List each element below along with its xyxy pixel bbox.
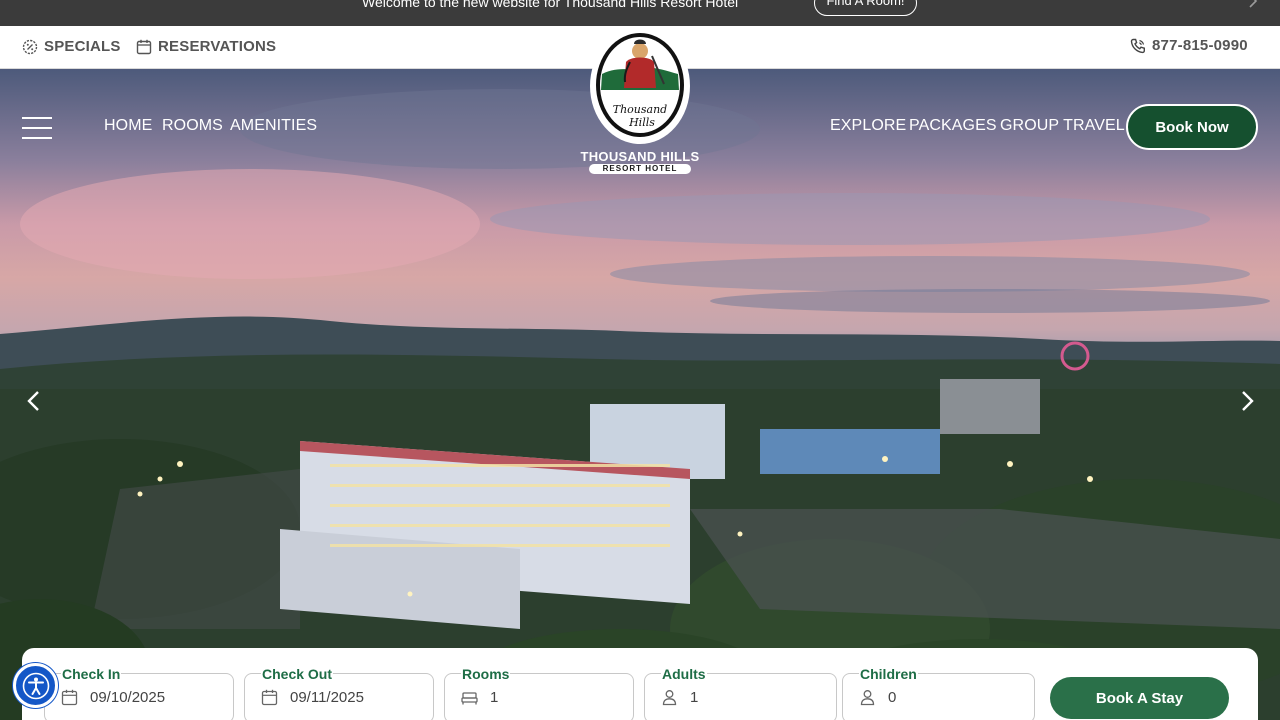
announcement-bar: Welcome to the new website for Thousand … [0,0,1280,26]
accessibility-icon [22,672,49,699]
nav-group-travel[interactable]: GROUP TRAVEL [1000,117,1125,135]
logo-script-1: Thousand [613,103,667,116]
find-a-room-button[interactable]: Find A Room! [814,0,917,16]
logo-script-2: Hills [628,116,655,129]
announcement-next-icon[interactable] [1246,0,1260,8]
book-a-stay-button[interactable]: Book A Stay [1050,677,1229,719]
adults-field[interactable]: Adults 1 [644,666,837,720]
discount-badge-icon [22,39,38,54]
nav-rooms[interactable]: ROOMS [162,117,223,135]
carousel-next-icon[interactable] [1237,390,1257,412]
calendar-icon [136,39,152,54]
children-label: Children [859,666,918,682]
calendar-icon [61,689,78,706]
rooms-value: 1 [490,689,499,706]
children-value: 0 [888,689,897,706]
menu-icon[interactable] [22,117,52,139]
check-in-value: 09/10/2025 [90,689,166,706]
site-logo[interactable]: Thousand Hills THOUSAND HILLS RESORT HOT… [572,26,708,178]
reservations-label: RESERVATIONS [158,38,277,55]
specials-label: SPECIALS [44,38,121,55]
adults-label: Adults [661,666,707,682]
accessibility-button[interactable] [13,663,58,708]
nav-amenities[interactable]: AMENITIES [230,117,317,135]
phone-number: 877-815-0990 [1152,37,1248,54]
logo-subtitle: RESORT HOTEL [589,164,691,174]
bed-icon [461,692,478,705]
nav-explore[interactable]: EXPLORE [830,117,906,135]
children-field[interactable]: Children 0 [842,666,1035,720]
logo-emblem: Thousand Hills [590,28,690,144]
booking-widget: Check In 09/10/2025 Check Out 09/11/2025… [22,648,1258,720]
book-now-button[interactable]: Book Now [1126,104,1258,150]
adults-value: 1 [690,689,699,706]
calendar-icon [261,689,278,706]
phone-link[interactable]: 877-815-0990 [1130,37,1248,54]
specials-link[interactable]: SPECIALS [22,38,121,55]
reservations-link[interactable]: RESERVATIONS [136,38,276,55]
check-in-field[interactable]: Check In 09/10/2025 [44,666,234,720]
rooms-field[interactable]: Rooms 1 [444,666,634,720]
rooms-label: Rooms [461,666,511,682]
check-out-field[interactable]: Check Out 09/11/2025 [244,666,434,720]
person-icon [860,690,875,706]
announcement-text: Welcome to the new website for Thousand … [362,0,739,10]
nav-home[interactable]: HOME [104,117,152,135]
check-in-label: Check In [61,666,122,682]
person-icon [662,690,677,706]
logo-name: THOUSAND HILLS [580,149,700,164]
carousel-prev-icon[interactable] [24,390,44,412]
nav-packages[interactable]: PACKAGES [909,117,997,135]
phone-icon [1130,38,1145,53]
check-out-label: Check Out [261,666,334,682]
check-out-value: 09/11/2025 [290,689,364,706]
